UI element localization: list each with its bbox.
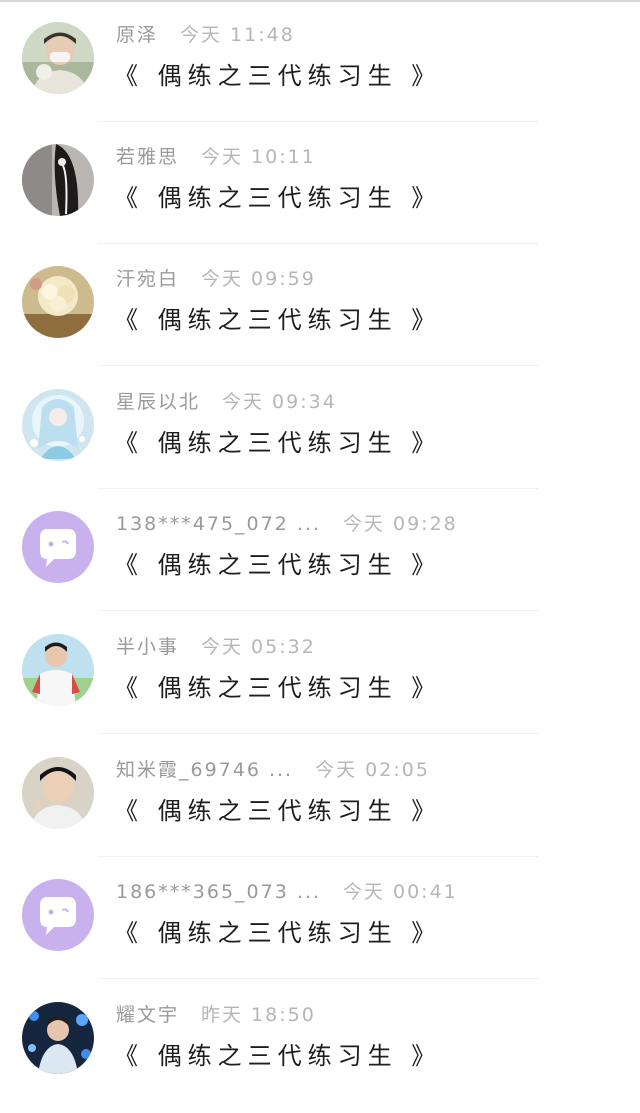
message-text: 《 偶练之三代练习生 》: [114, 551, 442, 579]
message-row[interactable]: 半小事 今天 05:32 《 偶练之三代练习生 》: [0, 612, 640, 734]
message-row[interactable]: 耀文宇 昨天 18:50 《 偶练之三代练习生 》: [0, 980, 640, 1102]
message-row[interactable]: 知米霞_69746 ... 今天 02:05 《 偶练之三代练习生 》: [0, 735, 640, 857]
message-text: 《 偶练之三代练习生 》: [114, 184, 442, 212]
message-text: 《 偶练之三代练习生 》: [114, 919, 442, 947]
message-meta: 138***475_072 ... 今天 09:28: [116, 509, 458, 539]
user-avatar[interactable]: [22, 634, 94, 706]
user-avatar[interactable]: [22, 1002, 94, 1074]
message-text: 《 偶练之三代练习生 》: [114, 62, 442, 90]
sender-name: 若雅思: [116, 146, 180, 168]
row-divider: [98, 365, 538, 366]
message-time: 今天 09:34: [222, 391, 337, 413]
sender-name: 星辰以北: [116, 391, 201, 413]
user-avatar[interactable]: [22, 389, 94, 461]
message-meta: 若雅思 今天 10:11: [116, 142, 316, 172]
sender-name: 知米霞_69746 ...: [116, 759, 294, 781]
message-meta: 耀文宇 昨天 18:50: [116, 1000, 316, 1030]
message-time: 今天 09:59: [201, 268, 316, 290]
message-row[interactable]: 汗宛白 今天 09:59 《 偶练之三代练习生 》: [0, 244, 640, 366]
message-row[interactable]: 138***475_072 ... 今天 09:28 《 偶练之三代练习生 》: [0, 489, 640, 611]
user-avatar[interactable]: [22, 266, 94, 338]
row-divider: [98, 610, 538, 611]
message-time: 今天 10:11: [201, 146, 316, 168]
message-time: 今天 09:28: [342, 513, 458, 535]
message-text: 《 偶练之三代练习生 》: [114, 674, 442, 702]
sender-name: 耀文宇: [116, 1004, 180, 1026]
row-divider: [98, 733, 538, 734]
sender-name: 汗宛白: [116, 268, 180, 290]
message-time: 今天 05:32: [201, 636, 316, 658]
message-meta: 半小事 今天 05:32: [116, 632, 316, 662]
row-divider: [98, 978, 538, 979]
message-meta: 知米霞_69746 ... 今天 02:05: [116, 755, 430, 785]
sender-name: 138***475_072 ...: [116, 513, 321, 535]
message-time: 昨天 18:50: [201, 1004, 316, 1026]
default-chat-avatar-icon: [22, 511, 94, 583]
message-time: 今天 11:48: [180, 24, 295, 46]
user-avatar[interactable]: [22, 879, 94, 951]
sender-name: 186***365_073 ...: [116, 881, 321, 903]
sender-name: 原泽: [116, 24, 159, 46]
message-meta: 原泽 今天 11:48: [116, 20, 295, 50]
user-avatar[interactable]: [22, 22, 94, 94]
message-row[interactable]: 原泽 今天 11:48 《 偶练之三代练习生 》: [0, 0, 640, 122]
user-avatar[interactable]: [22, 511, 94, 583]
sender-name: 半小事: [116, 636, 180, 658]
user-avatar[interactable]: [22, 757, 94, 829]
message-text: 《 偶练之三代练习生 》: [114, 1042, 442, 1070]
message-time: 今天 02:05: [315, 759, 430, 781]
user-avatar[interactable]: [22, 144, 94, 216]
default-chat-avatar-icon: [22, 879, 94, 951]
message-meta: 星辰以北 今天 09:34: [116, 387, 337, 417]
message-text: 《 偶练之三代练习生 》: [114, 797, 442, 825]
message-row[interactable]: 星辰以北 今天 09:34 《 偶练之三代练习生 》: [0, 367, 640, 489]
message-time: 今天 00:41: [342, 881, 458, 903]
message-meta: 186***365_073 ... 今天 00:41: [116, 877, 458, 907]
message-meta: 汗宛白 今天 09:59: [116, 264, 316, 294]
message-text: 《 偶练之三代练习生 》: [114, 306, 442, 334]
message-row[interactable]: 若雅思 今天 10:11 《 偶练之三代练习生 》: [0, 122, 640, 244]
message-text: 《 偶练之三代练习生 》: [114, 429, 442, 457]
message-row[interactable]: 186***365_073 ... 今天 00:41 《 偶练之三代练习生 》: [0, 857, 640, 979]
